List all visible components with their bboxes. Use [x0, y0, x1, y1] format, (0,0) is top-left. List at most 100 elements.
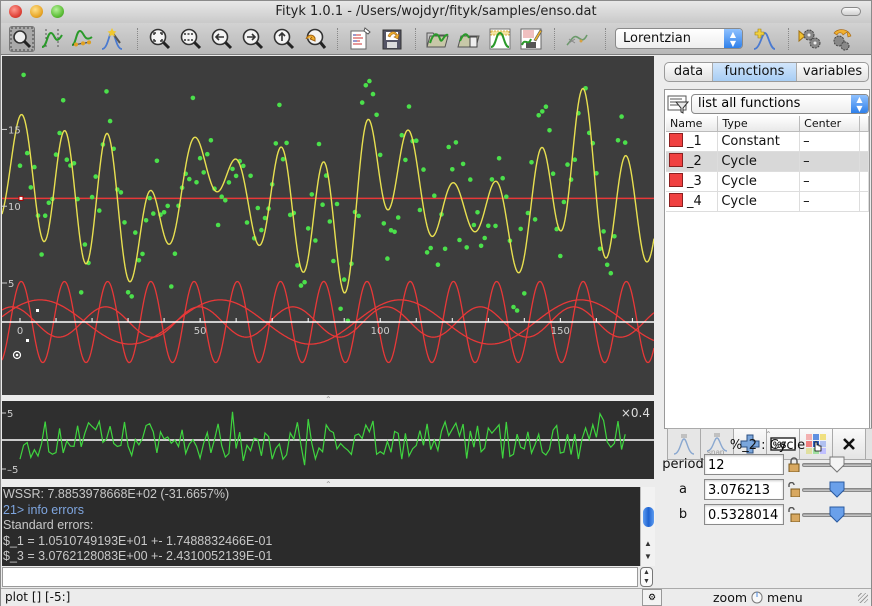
color-swatch[interactable]	[669, 153, 683, 167]
param-slider-knob[interactable]	[829, 481, 845, 498]
execute-script-button[interactable]	[379, 26, 405, 52]
data-point	[24, 150, 30, 156]
color-swatch[interactable]	[669, 173, 683, 187]
load-data-button[interactable]	[425, 26, 451, 52]
function-row[interactable]: _3 Cycle –	[666, 171, 869, 192]
data-point	[169, 284, 174, 289]
scroll-right-button[interactable]	[240, 26, 266, 52]
data-point	[615, 138, 621, 143]
zoom-mode-button[interactable]	[9, 26, 35, 52]
function-type-cell: Cycle	[717, 171, 801, 192]
data-point	[205, 151, 210, 157]
data-point	[367, 78, 372, 84]
function-type-select[interactable]: Lorentzian ▲ ▼	[615, 28, 743, 49]
data-point	[604, 262, 610, 268]
param-slider-knob[interactable]	[829, 506, 845, 523]
data-point	[280, 156, 286, 162]
column-header-type[interactable]: Type	[717, 116, 801, 132]
data-point	[133, 230, 138, 235]
data-point	[97, 208, 102, 213]
console-splitter-handle[interactable]: ⌃	[325, 480, 332, 489]
scroll-down-arrow-icon[interactable]: ▼	[644, 552, 652, 561]
data-point	[435, 262, 441, 267]
undo-fit-button[interactable]	[829, 26, 855, 52]
fit-sum-button[interactable]	[564, 26, 590, 52]
data-point	[219, 194, 224, 199]
data-point	[226, 180, 232, 185]
tab-data[interactable]: data	[665, 63, 713, 81]
data-point	[547, 128, 552, 133]
tab-functions[interactable]: functions	[713, 63, 797, 81]
param-value-input[interactable]	[704, 454, 784, 475]
lock-open-icon[interactable]	[788, 507, 800, 522]
column-header-filler	[859, 116, 869, 132]
baseline-mode-button[interactable]	[69, 26, 95, 52]
param-slider-knob[interactable]	[829, 456, 845, 473]
status-config-button[interactable]: ⚙	[642, 589, 662, 606]
y-tick-label: 5	[8, 279, 14, 290]
function-name-cell: _2	[666, 151, 719, 172]
column-header-name[interactable]: Name	[666, 116, 719, 132]
residual-plot-canvas[interactable]: 5 –5 ×0.4	[2, 401, 654, 479]
data-point	[392, 229, 397, 235]
filter-button[interactable]	[667, 94, 690, 114]
zoom-previous-button[interactable]	[302, 26, 328, 52]
vertical-splitter[interactable]	[654, 56, 662, 396]
data-point	[201, 170, 206, 175]
panel-splitter-handle[interactable]: ⌃	[765, 430, 772, 439]
column-header-center[interactable]: Center	[799, 116, 860, 132]
scroll-left-button[interactable]	[209, 26, 235, 52]
zoom-vertical-button[interactable]	[178, 26, 204, 52]
auto-add-peak-button[interactable]	[751, 26, 777, 52]
select-arrows-icon: ▲ ▼	[724, 29, 742, 48]
console-scrollbar[interactable]: ▲ ▼	[640, 487, 655, 566]
y-tick-label: 15	[8, 125, 21, 136]
color-swatch[interactable]	[669, 133, 683, 147]
function-filter-select[interactable]: list all functions ▲ ▼	[691, 94, 869, 114]
data-point	[223, 198, 228, 203]
main-plot-canvas[interactable]: 151050 50 100 150	[2, 56, 654, 395]
function-row[interactable]: _4 Cycle –	[666, 191, 869, 212]
data-point	[540, 109, 545, 114]
data-point	[104, 89, 109, 94]
command-history-stepper[interactable]: ▲ ▼	[640, 567, 653, 587]
scroll-right-icon	[242, 28, 264, 50]
console-output-line: Standard errors:	[3, 518, 94, 532]
add-peak-mode-button[interactable]	[99, 26, 125, 52]
param-value-input[interactable]	[704, 504, 784, 525]
main-plot[interactable]: 15 10 5 0 50 100 150	[2, 56, 654, 395]
plot-splitter-handle[interactable]: ⌃	[325, 395, 332, 404]
function-row[interactable]: _2 Cycle –	[666, 151, 869, 172]
export-plot-button[interactable]	[487, 26, 513, 52]
load-data-advanced-button[interactable]	[456, 26, 482, 52]
data-point	[558, 253, 563, 259]
data-point	[572, 157, 578, 162]
toolbar-toggle-button[interactable]	[841, 7, 861, 16]
scrollbar-thumb[interactable]	[643, 507, 654, 527]
edit-script-button[interactable]	[347, 26, 373, 52]
data-point	[399, 132, 405, 138]
zoom-all-button[interactable]	[147, 26, 173, 52]
data-point	[489, 177, 495, 182]
function-row[interactable]: _1 Constant –	[666, 131, 869, 152]
command-input[interactable]	[2, 567, 638, 587]
save-session-button[interactable]	[518, 26, 544, 52]
zoom-previous-icon	[305, 28, 327, 49]
range-mode-button[interactable]	[39, 26, 65, 52]
run-fit-button[interactable]	[797, 26, 823, 52]
data-point	[129, 294, 134, 299]
scroll-left-icon	[211, 28, 233, 50]
resize-grip[interactable]	[858, 593, 868, 603]
lock-closed-icon[interactable]	[788, 457, 800, 472]
lock-open-icon[interactable]	[788, 482, 800, 497]
extend-vertical-button[interactable]	[271, 26, 297, 52]
param-value-input[interactable]	[704, 479, 784, 500]
function-name-cell: _1	[666, 131, 719, 152]
scroll-up-arrow-icon[interactable]: ▲	[644, 539, 652, 548]
tab-variables[interactable]: variables	[797, 63, 868, 81]
color-swatch[interactable]	[669, 193, 683, 207]
data-point	[622, 140, 628, 145]
residual-plot[interactable]: 5 –5 ×0.4	[2, 401, 654, 479]
function-handle	[26, 339, 29, 342]
data-point	[395, 215, 401, 220]
